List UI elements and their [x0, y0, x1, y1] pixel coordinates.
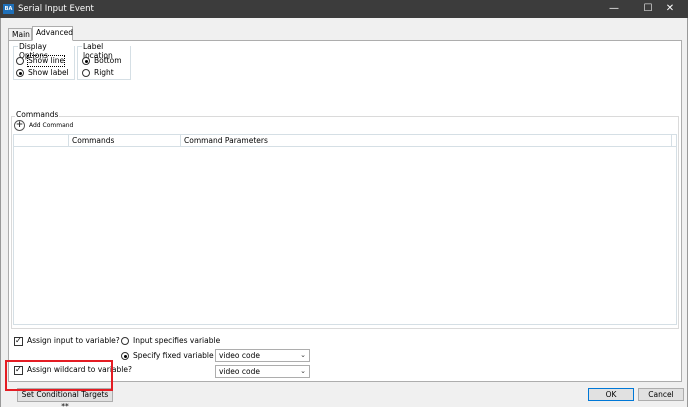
input-specifies-label: Input specifies variable	[133, 336, 221, 345]
add-command-label: Add Command	[29, 122, 74, 129]
highlight-annotation	[5, 360, 113, 391]
title-bar[interactable]: BA Serial Input Event — ☐ ✕	[0, 0, 688, 18]
specify-fixed-radio-dot[interactable]	[121, 352, 129, 360]
input-specifies-radio-dot[interactable]	[121, 337, 129, 345]
dialog-body: Main Advanced Display Options Show line …	[0, 18, 688, 407]
plus-icon[interactable]: +	[14, 120, 25, 131]
table-header-scroll-gutter	[671, 135, 676, 147]
show-label-radio[interactable]: Show label	[16, 68, 76, 78]
right-label: Right	[94, 68, 114, 77]
app-icon: BA	[3, 4, 14, 14]
fixed-variable-value: video code	[219, 351, 260, 360]
column-header-commands[interactable]: Commands	[69, 135, 181, 147]
show-label-label: Show label	[28, 68, 69, 77]
fixed-variable-select[interactable]: video code ⌄	[215, 349, 310, 362]
commands-table[interactable]: Commands Command Parameters	[13, 134, 677, 325]
show-line-label: Show line	[26, 55, 66, 67]
wildcard-variable-value: video code	[219, 367, 260, 376]
assign-input-checkbox[interactable]: Assign input to variable?	[14, 336, 124, 346]
advanced-tab-panel: Display Options Show line Show label Lab…	[8, 40, 682, 407]
show-line-radio[interactable]: Show line	[16, 55, 76, 67]
chevron-down-icon[interactable]: ⌄	[300, 350, 306, 361]
ok-button[interactable]: OK	[588, 388, 634, 401]
bottom-radio[interactable]: Bottom	[82, 56, 132, 66]
specify-fixed-label: Specify fixed variable	[133, 351, 214, 360]
close-icon[interactable]: ✕	[652, 0, 688, 18]
assign-input-checkbox-box[interactable]	[14, 336, 23, 346]
specify-fixed-radio[interactable]: Specify fixed variable	[121, 351, 216, 361]
bottom-radio-dot[interactable]	[82, 57, 90, 65]
chevron-down-icon[interactable]: ⌄	[300, 366, 306, 377]
right-radio[interactable]: Right	[82, 68, 132, 78]
column-header-row-selector[interactable]	[14, 135, 69, 147]
wildcard-variable-select[interactable]: video code ⌄	[215, 365, 310, 378]
column-header-command-parameters[interactable]: Command Parameters	[181, 135, 671, 147]
bottom-label: Bottom	[94, 56, 122, 65]
assign-input-label: Assign input to variable?	[27, 336, 120, 345]
tab-main[interactable]: Main	[8, 28, 32, 40]
show-line-radio-dot[interactable]	[16, 57, 24, 65]
cancel-button[interactable]: Cancel	[638, 388, 684, 401]
minimize-icon[interactable]: —	[596, 0, 632, 18]
window-title: Serial Input Event	[18, 4, 94, 14]
commands-title: Commands	[15, 110, 60, 119]
show-label-radio-dot[interactable]	[16, 69, 24, 77]
commands-table-header: Commands Command Parameters	[14, 135, 676, 147]
input-specifies-radio[interactable]: Input specifies variable	[121, 336, 221, 346]
right-radio-dot[interactable]	[82, 69, 90, 77]
tab-advanced[interactable]: Advanced	[32, 26, 73, 41]
